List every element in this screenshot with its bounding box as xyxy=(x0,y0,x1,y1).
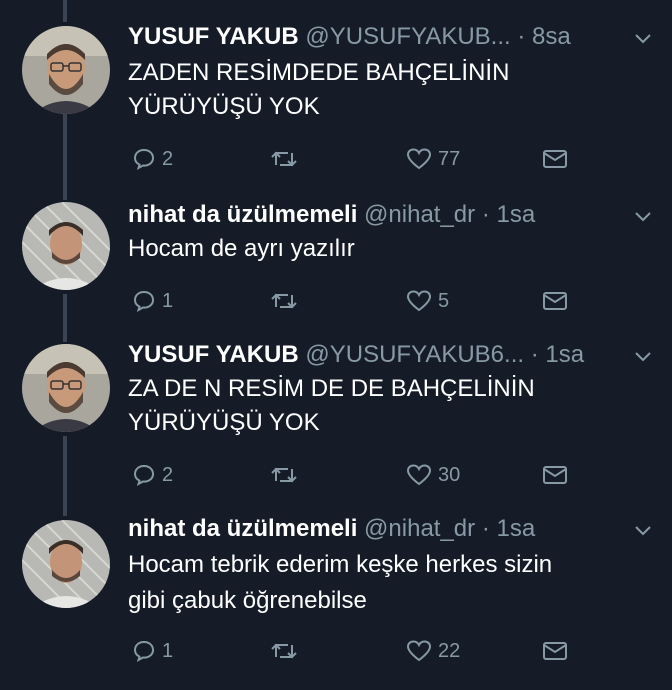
like-button[interactable]: 77 xyxy=(406,144,460,174)
tweet-header: YUSUF YAKUB @YUSUFYAKUB6... · 1sa xyxy=(128,338,584,372)
avatar[interactable] xyxy=(22,520,110,608)
user-handle[interactable]: @YUSUFYAKUB6... xyxy=(305,341,524,368)
timestamp[interactable]: 1sa xyxy=(496,201,535,228)
direct-message-button[interactable] xyxy=(542,636,568,666)
heart-icon xyxy=(406,148,432,170)
tweet-header: nihat da üzülmemeli @nihat_dr · 1sa xyxy=(128,198,535,232)
like-button[interactable]: 5 xyxy=(406,286,449,316)
separator-dot: · xyxy=(481,201,490,228)
reply-count: 2 xyxy=(162,147,174,170)
chevron-down-icon xyxy=(635,212,651,222)
timestamp[interactable]: 1sa xyxy=(496,515,535,542)
tweet-actions: 1 22 xyxy=(128,636,588,666)
tweet-actions: 2 77 xyxy=(128,144,588,174)
tweet-menu-button[interactable] xyxy=(634,32,652,50)
retweet-icon xyxy=(271,643,297,659)
tweet-menu-button[interactable] xyxy=(634,524,652,542)
heart-icon xyxy=(406,290,432,312)
reply-icon xyxy=(133,640,155,663)
reply-count: 2 xyxy=(162,463,174,486)
reply-button[interactable]: 2 xyxy=(132,144,173,174)
direct-message-button[interactable] xyxy=(542,144,568,174)
display-name[interactable]: nihat da üzülmemeli xyxy=(128,201,357,228)
tweet-header: YUSUF YAKUB @YUSUFYAKUB... · 8sa xyxy=(128,20,571,54)
avatar[interactable] xyxy=(22,202,110,290)
retweet-icon xyxy=(271,467,297,483)
timestamp[interactable]: 8sa xyxy=(532,23,571,50)
avatar[interactable] xyxy=(22,26,110,114)
timestamp[interactable]: 1sa xyxy=(545,341,584,368)
envelope-icon xyxy=(543,642,567,660)
user-handle[interactable]: @YUSUFYAKUB... xyxy=(305,23,510,50)
display-name[interactable]: nihat da üzülmemeli xyxy=(128,515,357,542)
chevron-down-icon xyxy=(635,352,651,362)
chevron-down-icon xyxy=(635,526,651,536)
chevron-down-icon xyxy=(635,34,651,44)
retweet-icon xyxy=(271,151,297,167)
tweet-text-line: gibi çabuk öğrenebilse xyxy=(128,587,367,614)
direct-message-button[interactable] xyxy=(542,460,568,490)
retweet-button[interactable] xyxy=(270,460,298,490)
tweet[interactable]: YUSUF YAKUB @YUSUFYAKUB6... · 1sa ZA DE … xyxy=(0,336,672,506)
reply-button[interactable]: 1 xyxy=(132,636,173,666)
like-count: 22 xyxy=(438,639,461,662)
retweet-icon xyxy=(271,293,297,309)
bearded-man-photo xyxy=(22,344,110,432)
like-button[interactable]: 30 xyxy=(406,460,460,490)
like-count: 30 xyxy=(438,463,461,486)
tweet-header: nihat da üzülmemeli @nihat_dr · 1sa xyxy=(128,512,535,546)
tweet-actions: 1 5 xyxy=(128,286,588,316)
user-handle[interactable]: @nihat_dr xyxy=(364,201,475,228)
envelope-icon xyxy=(543,466,567,484)
conversation-thread: YUSUF YAKUB @YUSUFYAKUB... · 8sa ZADEN R… xyxy=(0,0,672,690)
display-name[interactable]: YUSUF YAKUB xyxy=(128,341,299,368)
bearded-man-photo xyxy=(22,26,110,114)
like-button[interactable]: 22 xyxy=(406,636,460,666)
tweet-text-line: ZADEN RESİMDEDE BAHÇELİNİN xyxy=(128,59,510,86)
tweet[interactable]: nihat da üzülmemeli @nihat_dr · 1sa Hoca… xyxy=(0,506,672,690)
reply-button[interactable]: 1 xyxy=(132,286,173,316)
young-man-photo xyxy=(22,520,110,608)
reply-button[interactable]: 2 xyxy=(132,460,173,490)
tweet-text-line: YÜRÜYÜŞÜ YOK xyxy=(128,409,320,436)
tweet-menu-button[interactable] xyxy=(634,210,652,228)
reply-count: 1 xyxy=(162,639,174,662)
like-count: 5 xyxy=(438,289,450,312)
tweet-text-line: YÜRÜYÜŞÜ YOK xyxy=(128,93,320,120)
reply-icon xyxy=(133,290,155,313)
tweet-text-line: ZA DE N RESİM DE DE BAHÇELİNİN xyxy=(128,375,535,402)
tweet[interactable]: nihat da üzülmemeli @nihat_dr · 1sa Hoca… xyxy=(0,190,672,340)
tweet-text-line: Hocam tebrik ederim keşke herkes sizin xyxy=(128,551,553,578)
tweet[interactable]: YUSUF YAKUB @YUSUFYAKUB... · 8sa ZADEN R… xyxy=(0,0,672,190)
tweet-actions: 2 30 xyxy=(128,460,588,490)
heart-icon xyxy=(406,640,432,662)
reply-icon xyxy=(133,464,155,487)
tweet-menu-button[interactable] xyxy=(634,350,652,368)
retweet-button[interactable] xyxy=(270,286,298,316)
reply-icon xyxy=(133,148,155,171)
heart-icon xyxy=(406,464,432,486)
young-man-photo xyxy=(22,202,110,290)
reply-count: 1 xyxy=(162,289,174,312)
envelope-icon xyxy=(543,150,567,168)
retweet-button[interactable] xyxy=(270,144,298,174)
retweet-button[interactable] xyxy=(270,636,298,666)
separator-dot: · xyxy=(517,23,526,50)
tweet-text-line: Hocam de ayrı yazılır xyxy=(128,235,355,262)
display-name[interactable]: YUSUF YAKUB xyxy=(128,23,299,50)
separator-dot: · xyxy=(530,341,539,368)
envelope-icon xyxy=(543,292,567,310)
separator-dot: · xyxy=(481,515,490,542)
like-count: 77 xyxy=(438,147,461,170)
avatar[interactable] xyxy=(22,344,110,432)
user-handle[interactable]: @nihat_dr xyxy=(364,515,475,542)
direct-message-button[interactable] xyxy=(542,286,568,316)
